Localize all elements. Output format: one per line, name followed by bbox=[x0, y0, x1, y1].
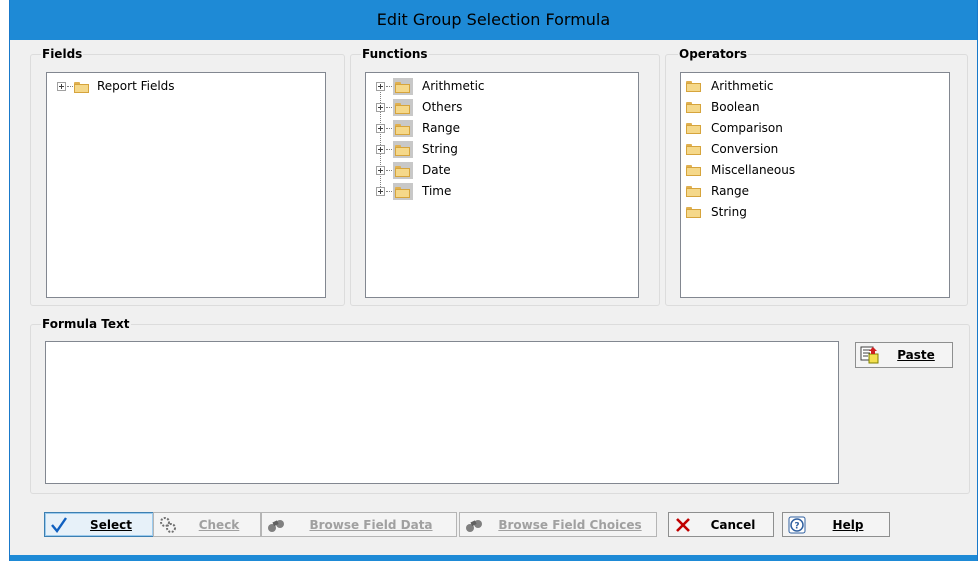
operator-item[interactable]: String bbox=[686, 203, 936, 223]
title-bar: Edit Group Selection Formula bbox=[10, 0, 977, 40]
browse-field-data-button[interactable]: Browse Field Data bbox=[261, 512, 457, 537]
tree-item-time[interactable]: Time bbox=[376, 182, 576, 202]
cancel-label: Cancel bbox=[710, 517, 756, 532]
cancel-button[interactable]: Cancel bbox=[668, 512, 774, 537]
folder-icon bbox=[393, 120, 413, 137]
select-button[interactable]: Select bbox=[44, 512, 154, 537]
functions-group: Functions Arithmetic Others Range String… bbox=[350, 47, 660, 306]
functions-label: Functions bbox=[361, 47, 429, 61]
help-label: Help bbox=[832, 517, 864, 532]
help-button[interactable]: ? Help bbox=[782, 512, 890, 537]
svg-text:?: ? bbox=[794, 521, 799, 531]
browse-field-choices-button[interactable]: Browse Field Choices bbox=[459, 512, 657, 537]
operator-item[interactable]: Arithmetic bbox=[686, 77, 936, 97]
folder-icon bbox=[686, 165, 701, 176]
dialog-client: Fields Report Fields Functions Arithmeti… bbox=[10, 40, 977, 555]
binoculars-icon bbox=[266, 515, 286, 535]
operators-label: Operators bbox=[678, 47, 748, 61]
expand-icon[interactable] bbox=[376, 82, 385, 91]
operator-item[interactable]: Comparison bbox=[686, 119, 936, 139]
folder-icon bbox=[686, 186, 701, 197]
tree-item-date[interactable]: Date bbox=[376, 161, 576, 181]
formula-textarea[interactable] bbox=[45, 341, 839, 484]
binoculars-icon bbox=[464, 515, 484, 535]
folder-icon bbox=[686, 144, 701, 155]
fields-label: Fields bbox=[41, 47, 84, 61]
expand-icon[interactable] bbox=[376, 187, 385, 196]
tree-item-others[interactable]: Others bbox=[376, 98, 576, 118]
operators-list[interactable]: Arithmetic Boolean Comparison Conversion… bbox=[680, 72, 950, 298]
tree-item-label: Report Fields bbox=[97, 79, 175, 93]
formula-label: Formula Text bbox=[41, 317, 131, 331]
paste-button[interactable]: Paste bbox=[855, 342, 953, 368]
expand-icon[interactable] bbox=[376, 124, 385, 133]
fields-group: Fields Report Fields bbox=[30, 47, 345, 306]
operator-item[interactable]: Conversion bbox=[686, 140, 936, 160]
tree-item-range[interactable]: Range bbox=[376, 119, 576, 139]
folder-icon bbox=[72, 78, 92, 95]
check-button[interactable]: Check bbox=[153, 512, 261, 537]
tree-item-label: Others bbox=[422, 100, 463, 114]
browse-field-choices-label: Browse Field Choices bbox=[498, 517, 642, 532]
folder-icon bbox=[686, 102, 701, 113]
operator-label: Comparison bbox=[711, 121, 783, 135]
folder-icon bbox=[686, 81, 701, 92]
check-label: Check bbox=[198, 517, 240, 532]
tree-item-report-fields[interactable]: Report Fields bbox=[57, 77, 257, 97]
tree-item-label: Arithmetic bbox=[422, 79, 485, 93]
folder-icon bbox=[393, 141, 413, 158]
select-label: Select bbox=[90, 517, 132, 532]
operator-label: String bbox=[711, 205, 747, 219]
folder-icon bbox=[686, 207, 701, 218]
tree-item-string[interactable]: String bbox=[376, 140, 576, 160]
tree-item-arithmetic[interactable]: Arithmetic bbox=[376, 77, 576, 97]
paste-label: Paste bbox=[897, 348, 935, 362]
operator-label: Miscellaneous bbox=[711, 163, 796, 177]
operators-group: Operators Arithmetic Boolean Comparison … bbox=[665, 47, 968, 306]
folder-icon bbox=[393, 78, 413, 95]
operator-item[interactable]: Boolean bbox=[686, 98, 936, 118]
expand-icon[interactable] bbox=[376, 103, 385, 112]
fields-tree[interactable]: Report Fields bbox=[46, 72, 326, 298]
paste-icon bbox=[860, 345, 880, 365]
expand-icon[interactable] bbox=[376, 166, 385, 175]
operator-label: Boolean bbox=[711, 100, 760, 114]
browse-field-data-label: Browse Field Data bbox=[309, 517, 433, 532]
operator-label: Conversion bbox=[711, 142, 779, 156]
expand-icon[interactable] bbox=[376, 145, 385, 154]
folder-icon bbox=[393, 99, 413, 116]
x-icon bbox=[673, 515, 693, 535]
tree-item-label: String bbox=[422, 142, 458, 156]
operator-label: Arithmetic bbox=[711, 79, 774, 93]
functions-tree[interactable]: Arithmetic Others Range String Date Time bbox=[365, 72, 639, 298]
tree-item-label: Range bbox=[422, 121, 461, 135]
tree-item-label: Time bbox=[422, 184, 452, 198]
operator-item[interactable]: Miscellaneous bbox=[686, 161, 936, 181]
dialog-window: Edit Group Selection Formula Fields Repo… bbox=[9, 0, 978, 561]
folder-icon bbox=[393, 162, 413, 179]
folder-icon bbox=[686, 123, 701, 134]
operator-label: Range bbox=[711, 184, 750, 198]
gears-icon bbox=[158, 515, 178, 535]
checkmark-icon bbox=[49, 515, 69, 535]
formula-group: Formula Text Paste bbox=[30, 317, 970, 494]
operator-item[interactable]: Range bbox=[686, 182, 936, 202]
folder-icon bbox=[393, 183, 413, 200]
expand-icon[interactable] bbox=[57, 82, 66, 91]
help-icon: ? bbox=[787, 515, 807, 535]
tree-item-label: Date bbox=[422, 163, 451, 177]
